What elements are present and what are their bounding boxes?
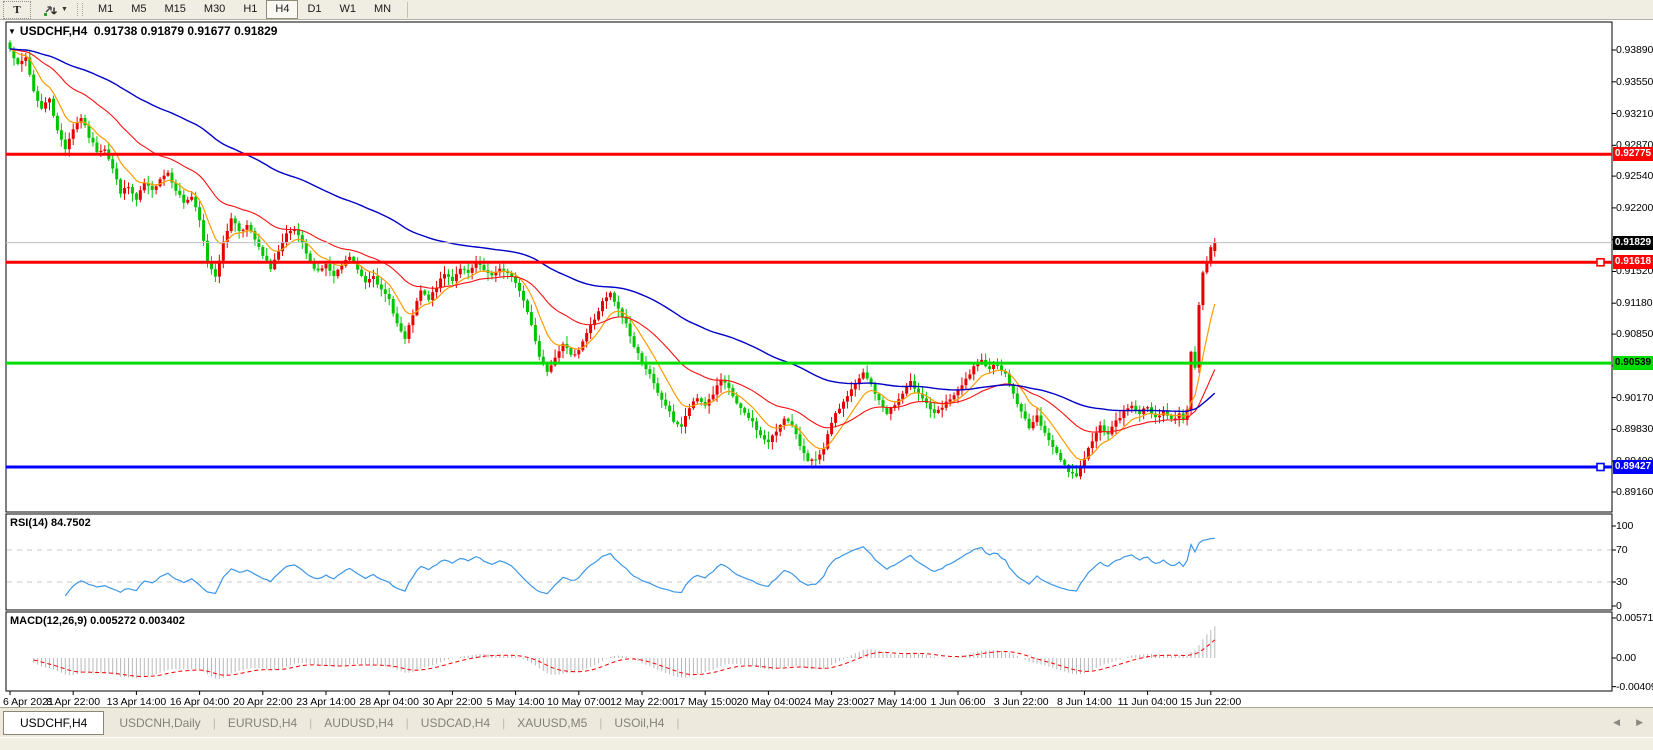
timeframe-button-m15[interactable]: M15 [156,0,195,19]
dropdown-caret-icon: ▼ [61,6,68,13]
timeframe-button-m1[interactable]: M1 [89,0,122,19]
chart-menu-triangle-icon: ▼ [8,27,16,36]
chart-tab-audusd[interactable]: AUDUSD,H4 [312,712,405,734]
timeframe-button-mn[interactable]: MN [365,0,400,19]
toolbar-grip [77,3,83,16]
arrows-tool-icon [42,3,58,17]
price-badge-0.89427: 0.89427 [1613,460,1653,474]
price-tick-label: 0.92200 [1616,202,1653,214]
price-tick-label: 0.89160 [1616,486,1653,498]
price-chart-canvas[interactable] [0,20,1653,707]
chart-tab-eurusd[interactable]: EURUSD,H4 [216,712,309,734]
rsi-tick-label: 70 [1616,544,1627,556]
rsi-tick-label: 100 [1616,520,1633,532]
timeframe-button-m30[interactable]: M30 [195,0,234,19]
chart-tab-usoil[interactable]: USOil,H4 [602,712,676,734]
timeframe-button-h4[interactable]: H4 [266,0,298,19]
rsi-tick-label: 0 [1616,600,1622,612]
macd-tick-label: 0.00 [1616,652,1636,664]
price-tick-label: 0.90850 [1616,328,1653,340]
price-tick-label: 0.92540 [1616,170,1653,182]
status-strip [0,737,1653,750]
rsi-panel-frame [6,514,1612,610]
toolbar-separator [407,2,408,18]
timeframe-button-m5[interactable]: M5 [122,0,155,19]
chart-tab-bar: USDCHF,H4USDCNH,Daily|EURUSD,H4|AUDUSD,H… [0,707,1653,737]
price-tick-label: 0.89830 [1616,423,1653,435]
chart-title-text: USDCHF,H4 0.91738 0.91879 0.91677 0.9182… [20,24,278,38]
price-badge-0.91618: 0.91618 [1613,255,1653,269]
tab-scroll-left-icon[interactable]: ◀ [1613,717,1620,728]
chart-area[interactable]: ▼ USDCHF,H4 0.91738 0.91879 0.91677 0.91… [0,20,1653,707]
chart-tab-xauusd[interactable]: XAUUSD,M5 [505,712,599,734]
macd-tick-label: -0.004094 [1616,681,1653,693]
resistance-lower-line-handle[interactable] [1597,259,1604,266]
chart-tab-usdchf[interactable]: USDCHF,H4 [3,711,104,735]
price-tick-label: 0.93210 [1616,108,1653,120]
timeframe-toolbar: M1M5M15M30H1H4D1W1MN [89,0,400,19]
price-tick-label: 0.91180 [1616,297,1652,309]
price-tick-label: 0.93550 [1616,76,1653,88]
macd-label: MACD(12,26,9) 0.005272 0.003402 [10,615,185,627]
rsi-tick-label: 30 [1616,576,1627,588]
price-tick-label: 0.93890 [1616,44,1653,56]
tab-scroll-right-icon[interactable]: ▶ [1636,717,1643,728]
chart-tab-usdcad[interactable]: USDCAD,H4 [409,712,502,734]
timeframe-button-w1[interactable]: W1 [331,0,366,19]
top-toolbar: T ▼ M1M5M15M30H1H4D1W1MN [0,0,1653,20]
macd-tick-label: 0.005718 [1616,612,1653,624]
price-badge-0.90539: 0.90539 [1613,356,1653,370]
timeframe-button-d1[interactable]: D1 [298,0,330,19]
tab-divider: | [676,716,679,730]
price-badge-0.92775: 0.92775 [1613,147,1653,161]
chart-title: ▼ USDCHF,H4 0.91738 0.91879 0.91677 0.91… [8,24,277,38]
text-tool-button[interactable]: T [3,1,31,19]
chart-tab-usdcnh[interactable]: USDCNH,Daily [107,712,212,734]
tab-scroll-arrows: ◀ ▶ [1613,717,1643,728]
main-panel-frame [6,22,1612,512]
rsi-label: RSI(14) 84.7502 [10,517,91,529]
timeframe-button-h1[interactable]: H1 [234,0,266,19]
arrows-tool-button[interactable]: ▼ [37,1,73,19]
macd-panel-frame [6,612,1612,691]
price-tick-label: 0.90170 [1616,392,1653,404]
price-badge-0.91829: 0.91829 [1613,236,1653,250]
support-blue-line-handle[interactable] [1597,464,1604,471]
